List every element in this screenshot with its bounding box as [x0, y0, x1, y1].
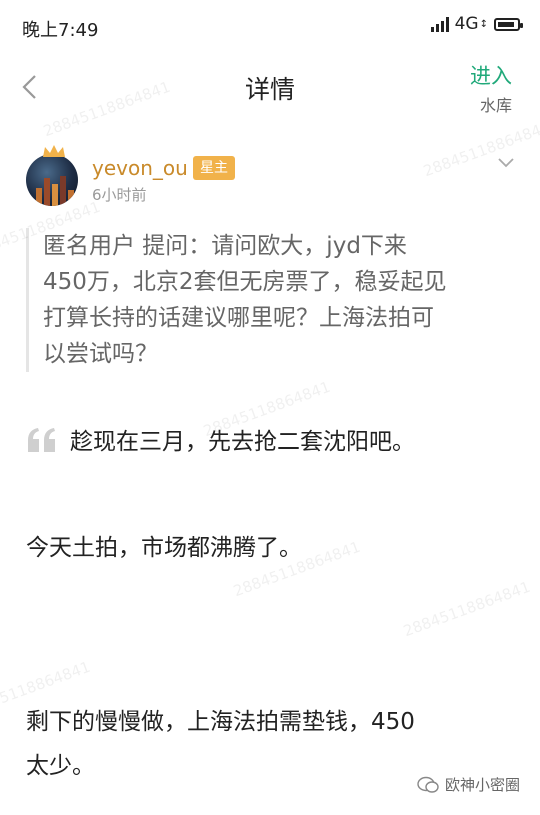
- question-line: 450万，北京2套但无房票了，稳妥起见: [43, 269, 447, 295]
- question-line: 打算长持的话建议哪里呢？上海法拍可: [43, 305, 434, 331]
- signal-icon: [430, 16, 449, 32]
- question-line: 以尝试吗？: [43, 341, 158, 367]
- answer-paragraph: 剩下的慢慢做，上海法拍需垫钱，450: [26, 709, 415, 735]
- answer-first-line: 趁现在三月，先去抢二套沈阳吧。: [70, 429, 415, 455]
- chevron-down-icon[interactable]: [498, 158, 514, 168]
- network-label: 4G: [454, 14, 479, 34]
- answer-paragraph: 今天土拍，市场都沸腾了。: [26, 535, 302, 561]
- battery-fill: [498, 21, 514, 27]
- watermark: 2884511886​4841: [400, 577, 533, 641]
- quote-icon: [28, 428, 55, 452]
- enter-subtitle[interactable]: 水库: [480, 92, 512, 116]
- status-bar: 晚上7:49 4G ↕: [0, 0, 540, 52]
- battery-icon: [494, 17, 523, 31]
- enter-button[interactable]: 进入: [470, 60, 512, 90]
- post-time: 6小时前: [92, 186, 147, 204]
- question-block: 匿名用户 提问：请问欧大，jyd下来 450万，北京2套但无房票了，稳妥起见 打…: [26, 228, 520, 372]
- nav-bar: 详情 进入 水库: [0, 52, 540, 122]
- crown-icon: [43, 145, 65, 157]
- footer-brand: 欧神小密圈: [417, 774, 520, 795]
- owner-badge: 星主: [193, 156, 235, 180]
- post-header: yevon_ou 星主 6小时前: [0, 140, 540, 220]
- question-line: 匿名用户 提问：请问欧大，jyd下来: [43, 233, 407, 259]
- status-time: 晚上7:49: [22, 20, 99, 41]
- username[interactable]: yevon_ou: [92, 156, 188, 180]
- wechat-icon: [417, 776, 439, 793]
- brand-name: 欧神小密圈: [444, 776, 520, 794]
- avatar[interactable]: [26, 154, 78, 206]
- status-icons: 4G ↕: [430, 14, 523, 34]
- page-title: 详情: [244, 75, 295, 104]
- network-arrows: ↕: [479, 18, 488, 30]
